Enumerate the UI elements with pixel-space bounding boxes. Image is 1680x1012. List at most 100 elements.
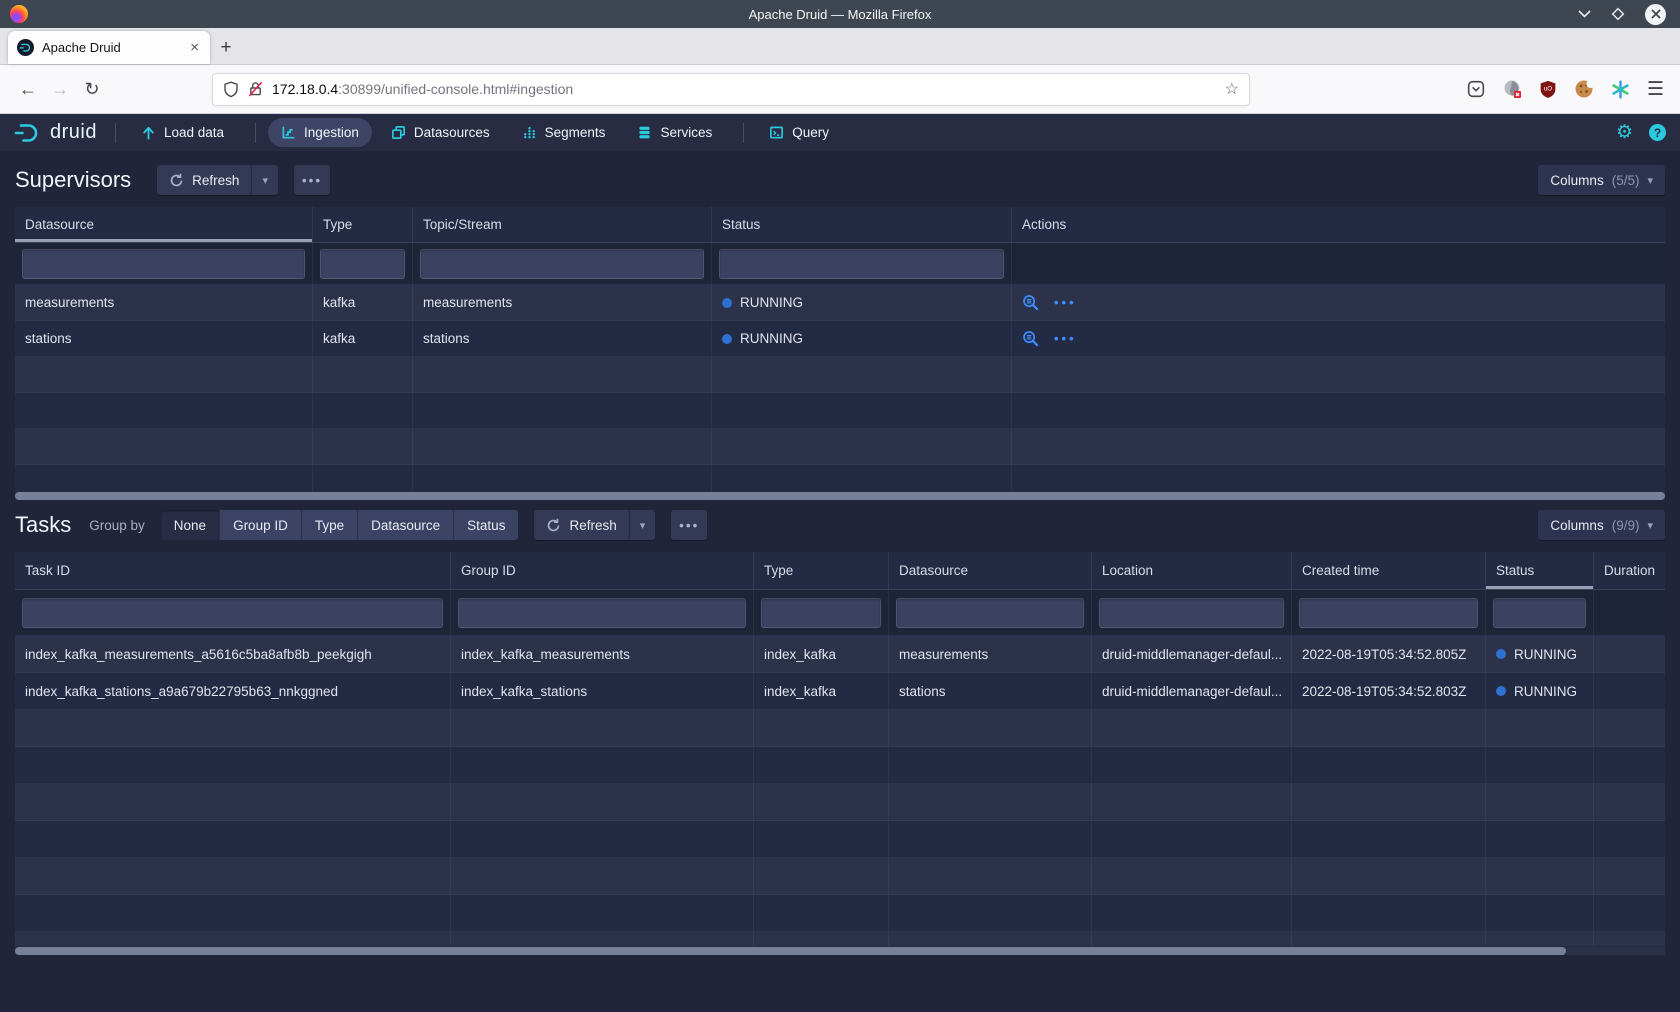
tab-bar: Apache Druid × + <box>0 28 1680 65</box>
forward-icon[interactable]: → <box>44 73 76 105</box>
tasks-table: Task ID Group ID Type Datasource Locatio… <box>15 552 1665 955</box>
tab-close-icon[interactable]: × <box>188 39 201 56</box>
window-minimize-icon[interactable] <box>1578 10 1591 18</box>
header-group-id[interactable]: Group ID <box>451 552 754 589</box>
tasks-refresh-caret-button[interactable]: ▾ <box>629 510 656 540</box>
cell-location: druid-middlemanager-defaul... <box>1092 673 1292 709</box>
cell-created-time: 2022-08-19T05:34:52.803Z <box>1292 673 1486 709</box>
filter-type-input[interactable] <box>320 249 405 279</box>
new-tab-button[interactable]: + <box>210 31 242 64</box>
refresh-icon <box>546 518 561 533</box>
filter-location-input[interactable] <box>1099 598 1284 628</box>
group-by-group-id-button[interactable]: Group ID <box>220 510 302 540</box>
group-by-none-button[interactable]: None <box>161 510 220 540</box>
reload-icon[interactable]: ↻ <box>76 73 108 105</box>
task-row[interactable]: index_kafka_measurements_a5616c5ba8afb8b… <box>15 636 1665 673</box>
filter-topic-input[interactable] <box>420 249 704 279</box>
filter-created-time-input[interactable] <box>1299 598 1478 628</box>
browser-tab[interactable]: Apache Druid × <box>8 31 210 64</box>
filter-group-id-input[interactable] <box>458 598 746 628</box>
header-status[interactable]: Status <box>1486 552 1594 589</box>
cell-status: RUNNING <box>1486 673 1594 709</box>
header-type[interactable]: Type <box>754 552 889 589</box>
supervisor-row[interactable]: stations kafka stations RUNNING ••• <box>15 321 1665 357</box>
cell-task-id: index_kafka_measurements_a5616c5ba8afb8b… <box>15 636 451 672</box>
window-close-icon[interactable] <box>1645 4 1666 25</box>
nav-item-load-data[interactable]: Load data <box>128 118 237 147</box>
row-more-actions-icon[interactable]: ••• <box>1054 331 1077 346</box>
cell-status: RUNNING <box>712 285 1012 320</box>
tasks-more-button[interactable]: ••• <box>671 510 707 540</box>
empty-row <box>15 710 1665 747</box>
window-maximize-icon[interactable] <box>1611 7 1625 21</box>
tasks-title: Tasks <box>15 512 71 538</box>
pocket-icon[interactable] <box>1467 80 1485 98</box>
header-status[interactable]: Status <box>712 207 1012 242</box>
url-host: 172.18.0.4 <box>272 81 338 97</box>
help-icon[interactable]: ? <box>1649 124 1666 141</box>
nav-item-ingestion[interactable]: Ingestion <box>268 118 372 147</box>
filter-status-input[interactable] <box>719 249 1004 279</box>
filter-task-id-input[interactable] <box>22 598 443 628</box>
header-duration[interactable]: Duration <box>1594 552 1665 589</box>
bookmark-star-icon[interactable]: ☆ <box>1225 79 1239 99</box>
tasks-columns-button[interactable]: Columns (9/9) ▾ <box>1538 510 1665 540</box>
chevron-down-icon: ▾ <box>1647 519 1653 532</box>
back-icon[interactable]: ← <box>12 73 44 105</box>
detail-search-icon[interactable] <box>1022 294 1039 311</box>
detail-search-icon[interactable] <box>1022 330 1039 347</box>
supervisors-refresh-button[interactable]: Refresh <box>157 165 251 195</box>
cell-datasource: measurements <box>15 285 313 320</box>
insecure-lock-icon[interactable] <box>248 81 263 97</box>
tracking-shield-icon[interactable] <box>223 81 239 98</box>
empty-row <box>15 465 1665 491</box>
window-titlebar: Apache Druid — Mozilla Firefox <box>0 0 1680 28</box>
filter-datasource-input[interactable] <box>22 249 305 279</box>
group-by-status-button[interactable]: Status <box>454 510 518 540</box>
supervisors-refresh-caret-button[interactable]: ▾ <box>251 165 278 195</box>
chevron-down-icon: ▾ <box>262 174 268 187</box>
nav-item-query[interactable]: Query <box>756 118 842 147</box>
header-created-time[interactable]: Created time <box>1292 552 1486 589</box>
url-bar[interactable]: 172.18.0.4:30899/unified-console.html#in… <box>212 73 1250 106</box>
cookie-icon[interactable] <box>1574 79 1594 99</box>
tasks-refresh-button[interactable]: Refresh <box>534 510 628 540</box>
nav-item-label: Query <box>792 125 829 140</box>
nav-item-datasources[interactable]: Datasources <box>378 118 503 147</box>
scrollbar-thumb[interactable] <box>15 947 1566 955</box>
supervisor-row[interactable]: measurements kafka measurements RUNNING <box>15 285 1665 321</box>
task-row[interactable]: index_kafka_stations_a9a679b22795b63_nnk… <box>15 673 1665 710</box>
header-topic-stream[interactable]: Topic/Stream <box>413 207 712 242</box>
ingestion-icon <box>281 125 296 140</box>
header-datasource[interactable]: Datasource <box>15 207 313 242</box>
header-task-id[interactable]: Task ID <box>15 552 451 589</box>
scrollbar-thumb[interactable] <box>15 492 1665 500</box>
tasks-horizontal-scrollbar[interactable] <box>15 947 1665 955</box>
group-by-type-button[interactable]: Type <box>302 510 358 540</box>
columns-count: (5/5) <box>1612 173 1640 188</box>
header-location[interactable]: Location <box>1092 552 1292 589</box>
filter-type-input[interactable] <box>761 598 881 628</box>
extension-disabled-icon[interactable] <box>1502 79 1522 99</box>
url-text[interactable]: 172.18.0.4:30899/unified-console.html#in… <box>272 81 573 97</box>
filter-datasource-input[interactable] <box>896 598 1084 628</box>
druid-brand[interactable]: druid <box>14 121 97 144</box>
supervisors-columns-button[interactable]: Columns (5/5) ▾ <box>1538 165 1665 195</box>
columns-count: (9/9) <box>1612 518 1640 533</box>
filter-status-input[interactable] <box>1493 598 1586 628</box>
url-path: :30899/unified-console.html#ingestion <box>338 81 573 97</box>
settings-gear-icon[interactable]: ⚙ <box>1616 123 1633 142</box>
header-type[interactable]: Type <box>313 207 413 242</box>
asterisk-extension-icon[interactable] <box>1611 80 1630 99</box>
nav-item-services[interactable]: Services <box>624 118 725 147</box>
supervisors-more-button[interactable]: ••• <box>294 165 330 195</box>
svg-text:uO: uO <box>1544 85 1552 92</box>
group-by-datasource-button[interactable]: Datasource <box>358 510 454 540</box>
ublock-icon[interactable]: uO <box>1539 80 1557 99</box>
empty-row <box>15 393 1665 429</box>
row-more-actions-icon[interactable]: ••• <box>1054 295 1077 310</box>
menu-hamburger-icon[interactable]: ☰ <box>1647 78 1664 101</box>
supervisors-horizontal-scrollbar[interactable] <box>15 492 1665 500</box>
nav-item-segments[interactable]: Segments <box>509 118 619 147</box>
header-datasource[interactable]: Datasource <box>889 552 1092 589</box>
